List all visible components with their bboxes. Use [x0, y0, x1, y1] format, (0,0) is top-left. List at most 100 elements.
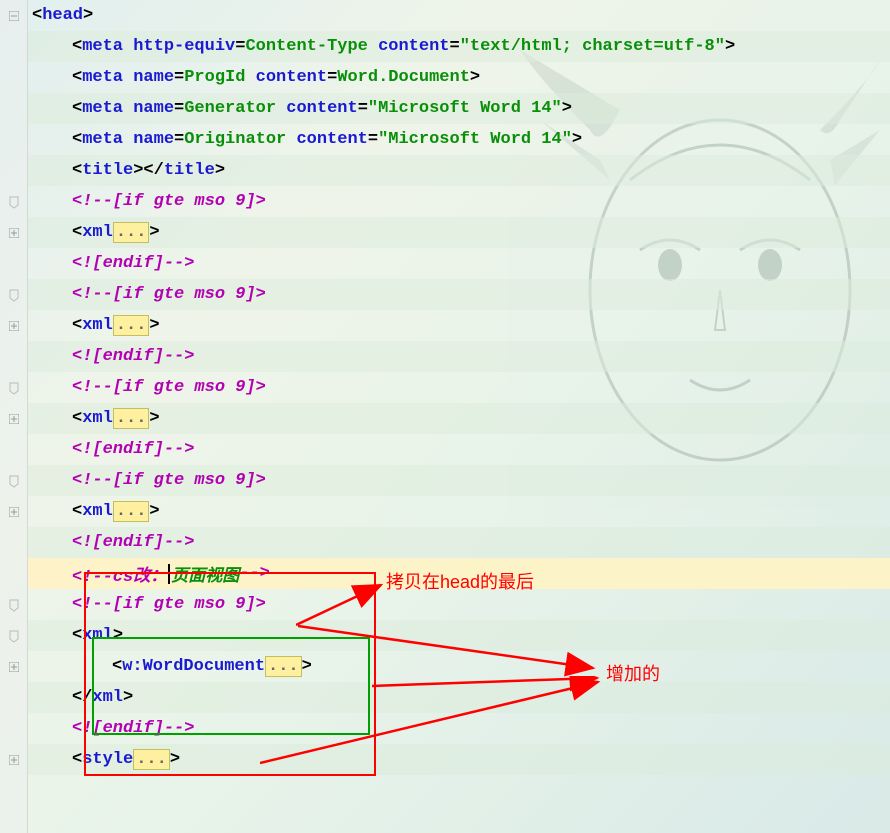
code-token: name — [133, 130, 174, 149]
gutter-fold-icon[interactable] — [0, 217, 27, 248]
code-line[interactable]: <xml...> — [28, 217, 890, 248]
code-token: content — [286, 99, 357, 118]
gutter-fold-icon[interactable] — [0, 682, 27, 713]
gutter-fold-icon[interactable] — [0, 31, 27, 62]
gutter-fold-icon[interactable] — [0, 496, 27, 527]
gutter-fold-icon[interactable] — [0, 62, 27, 93]
code-line[interactable]: <title></title> — [28, 155, 890, 186]
code-token: xml — [82, 626, 113, 645]
code-token: > — [149, 316, 159, 335]
code-token: > — [149, 223, 159, 242]
gutter-fold-icon[interactable] — [0, 279, 27, 310]
code-line[interactable]: <head> — [28, 0, 890, 31]
gutter-fold-icon[interactable] — [0, 186, 27, 217]
code-token: <![endif]--> — [72, 440, 194, 459]
gutter-fold-icon[interactable] — [0, 93, 27, 124]
code-token: ... — [113, 222, 150, 243]
code-line[interactable]: <!--[if gte mso 9]> — [28, 465, 890, 496]
annotation-text-1: 拷贝在head的最后 — [386, 568, 534, 594]
code-token: <!--cs改： — [72, 561, 167, 587]
gutter-fold-icon[interactable] — [0, 527, 27, 558]
gutter-fold-icon[interactable] — [0, 248, 27, 279]
code-line[interactable]: <meta name=Originator content="Microsoft… — [28, 124, 890, 155]
code-token: --> — [239, 564, 270, 583]
gutter-fold-icon[interactable] — [0, 558, 27, 589]
code-token: 页面视图 — [171, 561, 239, 587]
code-token: name — [133, 68, 174, 87]
code-token: <!--[if gte mso 9]> — [72, 192, 266, 211]
code-line[interactable]: <xml...> — [28, 310, 890, 341]
code-token: > — [302, 657, 312, 676]
gutter-fold-icon[interactable] — [0, 310, 27, 341]
code-token: Generator — [184, 99, 286, 118]
code-token: ProgId — [184, 68, 255, 87]
gutter-fold-icon[interactable] — [0, 403, 27, 434]
code-token: title — [82, 161, 133, 180]
code-token: < — [72, 161, 82, 180]
gutter-fold-icon[interactable] — [0, 155, 27, 186]
code-line[interactable]: <meta http-equiv=Content-Type content="t… — [28, 31, 890, 62]
code-line[interactable]: <xml...> — [28, 403, 890, 434]
code-area[interactable]: 拷贝在head的最后 增加的 <head><meta http-equiv=Co… — [28, 0, 890, 833]
gutter-fold-icon[interactable] — [0, 713, 27, 744]
code-token: head — [42, 6, 83, 25]
code-token: = — [235, 37, 245, 56]
code-token: > — [170, 750, 180, 769]
code-token: xml — [82, 502, 113, 521]
code-line[interactable]: <![endif]--> — [28, 341, 890, 372]
gutter-fold-icon[interactable] — [0, 589, 27, 620]
code-token: < — [72, 37, 82, 56]
code-line[interactable]: <style...> — [28, 744, 890, 775]
code-line[interactable]: <xml...> — [28, 496, 890, 527]
code-token: meta — [82, 130, 133, 149]
code-token: "Microsoft Word 14" — [368, 99, 562, 118]
code-token: < — [72, 68, 82, 87]
code-token: > — [215, 161, 225, 180]
code-token: </ — [72, 688, 92, 707]
code-token: meta — [82, 99, 133, 118]
code-line[interactable]: <meta name=ProgId content=Word.Document> — [28, 62, 890, 93]
code-token: <!--[if gte mso 9]> — [72, 471, 266, 490]
code-token: = — [327, 68, 337, 87]
code-line[interactable]: <!--[if gte mso 9]> — [28, 372, 890, 403]
code-token: "Microsoft Word 14" — [378, 130, 572, 149]
code-token: < — [72, 316, 82, 335]
gutter-fold-icon[interactable] — [0, 341, 27, 372]
gutter-fold-icon[interactable] — [0, 465, 27, 496]
code-line[interactable]: </xml> — [28, 682, 890, 713]
code-line[interactable]: <meta name=Generator content="Microsoft … — [28, 93, 890, 124]
code-editor[interactable]: 拷贝在head的最后 增加的 <head><meta http-equiv=Co… — [0, 0, 890, 833]
gutter-fold-icon[interactable] — [0, 124, 27, 155]
code-line[interactable]: <!--[if gte mso 9]> — [28, 279, 890, 310]
code-token: Content-Type — [245, 37, 378, 56]
gutter-fold-icon[interactable] — [0, 372, 27, 403]
gutter-fold-icon[interactable] — [0, 651, 27, 682]
code-line[interactable]: <![endif]--> — [28, 527, 890, 558]
code-line[interactable]: <xml> — [28, 620, 890, 651]
code-token: < — [112, 657, 122, 676]
code-line[interactable]: <![endif]--> — [28, 248, 890, 279]
code-token: <![endif]--> — [72, 254, 194, 273]
code-token: xml — [92, 688, 123, 707]
code-line[interactable]: <![endif]--> — [28, 434, 890, 465]
code-token: < — [72, 502, 82, 521]
code-token: = — [174, 130, 184, 149]
code-token: xml — [82, 409, 113, 428]
code-token: ... — [265, 656, 302, 677]
code-token: > — [562, 99, 572, 118]
code-token: > — [572, 130, 582, 149]
code-token: Originator — [184, 130, 296, 149]
annotation-text-2: 增加的 — [606, 660, 660, 686]
code-token: <!--[if gte mso 9]> — [72, 595, 266, 614]
editor-gutter[interactable] — [0, 0, 28, 833]
code-line[interactable]: <![endif]--> — [28, 713, 890, 744]
gutter-fold-icon[interactable] — [0, 744, 27, 775]
gutter-fold-icon[interactable] — [0, 620, 27, 651]
code-token: style — [82, 750, 133, 769]
code-token: < — [32, 6, 42, 25]
code-line[interactable]: <w:WordDocument...> — [28, 651, 890, 682]
code-line[interactable]: <!--[if gte mso 9]> — [28, 186, 890, 217]
gutter-fold-icon[interactable] — [0, 434, 27, 465]
code-token: = — [368, 130, 378, 149]
gutter-fold-icon[interactable] — [0, 0, 27, 31]
